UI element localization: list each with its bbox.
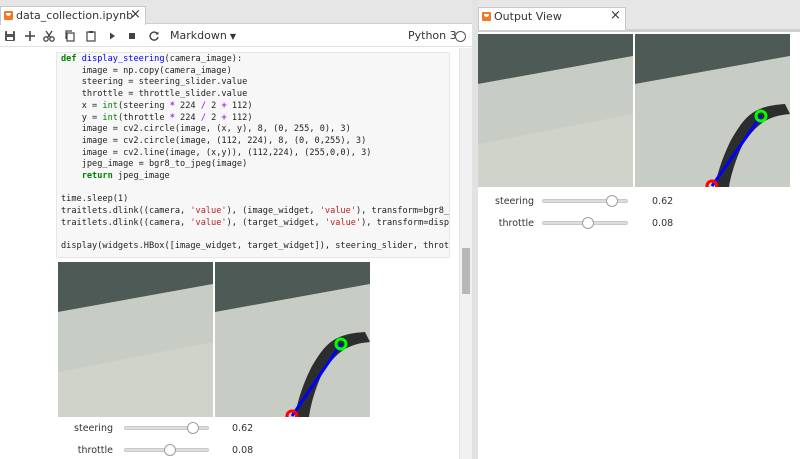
add-icon[interactable] <box>22 28 38 44</box>
steering-slider-handle[interactable] <box>186 422 199 434</box>
target-image <box>215 262 370 417</box>
tab-output-view-label: Output View <box>494 10 562 23</box>
tab-notebook-label: data_collection.ipynb <box>16 9 134 22</box>
camera-image <box>58 262 213 417</box>
output-view-tabbar: Output View × <box>478 0 800 31</box>
output-target-image <box>635 34 790 187</box>
output-steering-slider-handle[interactable] <box>605 195 618 207</box>
cut-icon[interactable] <box>41 28 57 44</box>
output-throttle-value: 0.08 <box>652 218 674 229</box>
copy-icon[interactable] <box>62 28 78 44</box>
cell-type-label: Markdown <box>170 29 227 42</box>
output-camera-image <box>478 34 633 187</box>
kernel-status-icon <box>455 31 466 42</box>
restart-icon[interactable] <box>146 28 162 44</box>
code-cell[interactable]: def display_steering(camera_image): imag… <box>56 52 450 258</box>
notebook-tabbar: data_collection.ipynb × <box>0 0 472 25</box>
tab-notebook[interactable]: data_collection.ipynb × <box>0 6 146 25</box>
throttle-slider-handle[interactable] <box>163 444 176 456</box>
throttle-value: 0.08 <box>232 445 254 456</box>
output-throttle-slider-handle[interactable] <box>582 217 595 229</box>
throttle-slider-label: throttle <box>77 445 113 456</box>
close-icon[interactable]: × <box>130 7 141 22</box>
notebook-panel: data_collection.ipynb × Markdown ▼ Pytho… <box>0 0 472 459</box>
output-view-panel: Output View × steering 0.62 throttle 0.0… <box>478 0 800 459</box>
notebook-toolbar: Markdown ▼ Python 3 <box>0 25 472 47</box>
kernel-name: Python 3 <box>408 29 457 42</box>
output-view-divider <box>478 30 800 32</box>
notebook-scrollbar[interactable] <box>459 48 472 459</box>
paste-icon[interactable] <box>83 28 99 44</box>
save-icon[interactable] <box>2 28 18 44</box>
notebook-icon <box>4 11 13 20</box>
output-steering-slider-label: steering <box>495 196 534 207</box>
stop-icon[interactable] <box>124 28 140 44</box>
output-throttle-slider-label: throttle <box>498 218 534 229</box>
output-view-icon <box>482 12 491 21</box>
close-icon[interactable]: × <box>610 8 621 23</box>
scrollbar-thumb[interactable] <box>462 248 470 294</box>
run-icon[interactable] <box>104 28 120 44</box>
output-steering-value: 0.62 <box>652 196 674 207</box>
steering-slider-label: steering <box>74 423 113 434</box>
chevron-down-icon: ▼ <box>229 32 236 41</box>
cell-type-select[interactable]: Markdown ▼ <box>170 28 236 45</box>
tab-output-view[interactable]: Output View × <box>478 7 626 31</box>
code-editor[interactable]: def display_steering(camera_image): imag… <box>57 53 449 253</box>
steering-value: 0.62 <box>232 423 254 434</box>
